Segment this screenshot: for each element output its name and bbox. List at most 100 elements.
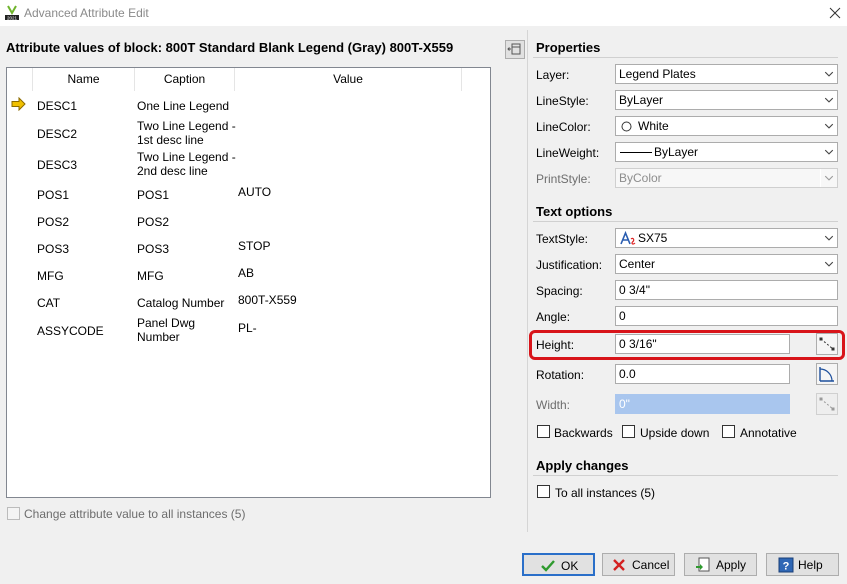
chevron-down-icon [820, 169, 834, 187]
change-all-instances-checkbox[interactable] [7, 507, 20, 520]
ok-label: OK [561, 559, 579, 573]
chevron-down-icon [820, 117, 834, 135]
attribute-caption: POS2 [137, 215, 170, 229]
attribute-name: POS3 [37, 242, 70, 256]
attribute-list[interactable]: Name Caption Value DESC1 One Line Legend… [6, 67, 491, 498]
section-divider [533, 57, 838, 58]
linecolor-dropdown[interactable]: White [615, 116, 838, 136]
attribute-name: DESC2 [37, 127, 78, 141]
annotative-checkbox[interactable] [722, 425, 735, 438]
attribute-value[interactable]: AUTO [238, 185, 271, 199]
table-row[interactable]: DESC3 Two Line Legend - 2nd desc line [7, 150, 490, 180]
color-swatch-white-icon [621, 121, 632, 132]
collapse-panel-button[interactable] [505, 40, 525, 59]
to-all-instances-label: To all instances (5) [555, 486, 656, 500]
height-label: Height: [536, 338, 575, 352]
chevron-down-icon [820, 65, 834, 83]
linestyle-dropdown[interactable]: ByLayer [615, 90, 838, 110]
attribute-value[interactable]: AB [238, 266, 254, 280]
table-row[interactable]: CAT Catalog Number 800T-X559 [7, 293, 490, 313]
window-title: Advanced Attribute Edit [24, 6, 149, 20]
justification-dropdown[interactable]: Center [615, 254, 838, 274]
apply-changes-section-title: Apply changes [536, 458, 629, 473]
width-input[interactable] [616, 395, 789, 413]
text-style-icon [620, 231, 636, 245]
layer-dropdown[interactable]: Legend Plates [615, 64, 838, 84]
attribute-caption: One Line Legend [137, 99, 230, 113]
linecolor-value: White [638, 119, 669, 133]
table-row[interactable]: POS3 POS3 STOP [7, 239, 490, 259]
to-all-instances-checkbox[interactable] [537, 485, 550, 498]
table-row[interactable]: MFG MFG AB [7, 266, 490, 286]
attribute-value[interactable]: STOP [238, 239, 270, 253]
textstyle-value: SX75 [638, 231, 668, 245]
column-header-value[interactable]: Value [235, 68, 462, 91]
rotation-input[interactable] [616, 365, 789, 383]
ok-button[interactable]: OK [522, 553, 595, 576]
linestyle-value: ByLayer [619, 93, 664, 107]
close-icon[interactable] [825, 3, 845, 23]
upside-down-label: Upside down [640, 426, 710, 440]
attribute-caption: MFG [137, 269, 164, 283]
angle-input[interactable] [616, 307, 837, 325]
printstyle-dropdown[interactable]: ByColor [615, 168, 838, 188]
table-row[interactable]: POS1 POS1 AUTO [7, 185, 490, 205]
chevron-down-icon [820, 229, 834, 247]
width-field[interactable] [615, 394, 790, 414]
angle-field[interactable] [615, 306, 838, 326]
attribute-caption: Catalog Number [137, 296, 225, 310]
pick-width-button[interactable] [816, 393, 838, 415]
attribute-caption: POS3 [137, 242, 170, 256]
panel-divider [527, 30, 528, 532]
help-icon: ? [778, 557, 794, 573]
pick-rotation-button[interactable] [816, 363, 838, 385]
text-options-section-title: Text options [536, 204, 613, 219]
rotation-field[interactable] [615, 364, 790, 384]
column-header-name[interactable]: Name [33, 68, 135, 91]
attribute-caption: POS1 [137, 188, 170, 202]
lineweight-dropdown[interactable]: ByLayer [615, 142, 838, 162]
table-row[interactable]: POS2 POS2 [7, 212, 490, 232]
column-header-icon [7, 68, 33, 91]
pick-height-button[interactable] [816, 333, 838, 355]
chevron-down-icon [820, 143, 834, 161]
spacing-field[interactable] [615, 280, 838, 300]
textstyle-dropdown[interactable]: SX75 [615, 228, 838, 248]
change-all-instances-label: Change attribute value to all instances … [24, 507, 246, 521]
backwards-checkbox[interactable] [537, 425, 550, 438]
svg-text:2021: 2021 [7, 15, 18, 20]
attribute-caption: Two Line Legend - 1st desc line [137, 119, 236, 147]
checkmark-icon [541, 560, 555, 572]
attribute-name: POS2 [37, 215, 70, 229]
help-button[interactable]: ? Help [766, 553, 839, 576]
linestyle-label: LineStyle: [536, 94, 589, 108]
attribute-value[interactable]: 800T-X559 [238, 293, 297, 307]
attribute-name: MFG [37, 269, 64, 283]
current-row-arrow-icon [11, 97, 26, 111]
chevron-down-icon [820, 255, 834, 273]
section-divider [533, 221, 838, 222]
attribute-name: ASSYCODE [37, 324, 104, 338]
cancel-button[interactable]: Cancel [602, 553, 675, 576]
apply-document-icon [696, 557, 710, 572]
height-input[interactable] [616, 335, 789, 353]
layer-value: Legend Plates [619, 67, 696, 81]
attribute-caption: Panel Dwg Number [137, 316, 196, 344]
justification-label: Justification: [536, 258, 603, 272]
lineweight-value: ByLayer [654, 145, 699, 159]
pick-angle-icon [819, 367, 834, 382]
table-row[interactable]: ASSYCODE Panel Dwg Number PL- [7, 316, 490, 346]
apply-button[interactable]: Apply [684, 553, 757, 576]
upside-down-checkbox[interactable] [622, 425, 635, 438]
rotation-label: Rotation: [536, 368, 585, 382]
help-label: Help [798, 558, 823, 572]
spacing-input[interactable] [616, 281, 837, 299]
column-header-caption[interactable]: Caption [135, 68, 235, 91]
table-row[interactable]: DESC1 One Line Legend [7, 96, 490, 116]
linecolor-label: LineColor: [536, 120, 591, 134]
angle-label: Angle: [536, 310, 571, 324]
lineweight-label: LineWeight: [536, 146, 600, 160]
height-field[interactable] [615, 334, 790, 354]
table-row[interactable]: DESC2 Two Line Legend - 1st desc line [7, 119, 490, 149]
attribute-value[interactable]: PL- [238, 321, 257, 335]
